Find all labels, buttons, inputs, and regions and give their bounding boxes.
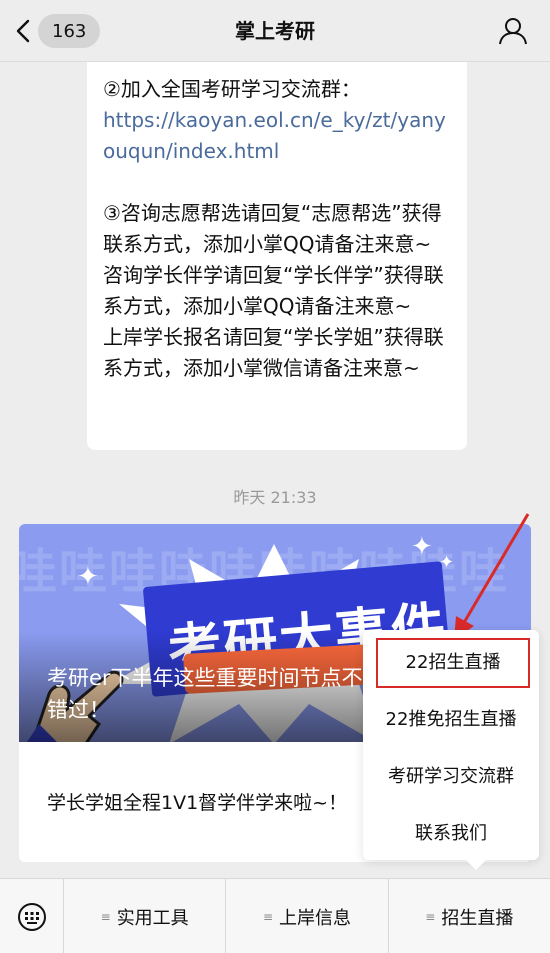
message-bubble: ②加入全国考研学习交流群： https://kaoyan.eol.cn/e_ky… xyxy=(87,62,467,450)
menu-item-22-exempt-enrollment-live[interactable]: 22推免招生直播 xyxy=(363,691,539,748)
message-timestamp: 昨天 21:33 xyxy=(233,488,317,507)
unread-count-badge: 163 xyxy=(38,14,101,48)
keyboard-icon xyxy=(17,902,46,931)
menu-button-label: 上岸信息 xyxy=(279,907,352,929)
red-arrow-annotation xyxy=(454,513,530,640)
keyboard-toggle-button[interactable] xyxy=(0,879,64,953)
menu-item-22-enrollment-live[interactable]: 22招生直播 xyxy=(376,638,530,688)
message-para-senior: 上岸学长报名请回复“学长学姐”获得联系方式，添加小掌微信请备注来意~ xyxy=(103,325,444,380)
menu-button-label: 招生直播 xyxy=(441,907,514,929)
chat-header: 163 掌上考研 xyxy=(0,0,550,62)
menu-lines-icon: ≡ xyxy=(262,909,274,924)
message-link[interactable]: https://kaoyan.eol.cn/e_ky/zt/yanyouqun/… xyxy=(103,105,451,167)
menu-item-study-group[interactable]: 考研学习交流群 xyxy=(363,748,539,805)
menu-lines-icon: ≡ xyxy=(425,909,436,924)
message-line-join-group: ②加入全国考研学习交流群： xyxy=(103,77,361,101)
menu-button-admission-info[interactable]: ≡ 上岸信息 xyxy=(226,879,389,953)
back-button[interactable]: 163 xyxy=(16,14,101,48)
message-para-companion: 咨询学长伴学请回复“学长伴学”获得联系方式，添加小掌QQ请备注来意~ xyxy=(103,263,444,318)
chevron-left-icon xyxy=(16,19,30,43)
menu-item-contact-us[interactable]: 联系我们 xyxy=(363,805,539,862)
article-description: 学长学姐全程1V1督学伴学来啦~！ xyxy=(47,792,348,814)
message-para-volunteer: ③咨询志愿帮选请回复“志愿帮选”获得联系方式，添加小掌QQ请备注来意~ xyxy=(103,201,442,256)
menu-button-enrollment-live[interactable]: ≡ 招生直播 xyxy=(389,879,550,953)
submenu-popup: 22招生直播 22推免招生直播 考研学习交流群 联系我们 xyxy=(363,630,539,870)
menu-button-label: 实用工具 xyxy=(116,907,189,929)
article-title: 考研er下半年这些重要时间节点不要错过！ xyxy=(47,666,384,722)
popup-caret xyxy=(465,859,487,870)
sparkle-icon: ✦ xyxy=(77,562,99,592)
bottom-menu-bar: ≡ 实用工具 ≡ 上岸信息 ≡ 招生直播 xyxy=(0,878,550,953)
sparkle-icon: ✦ xyxy=(411,532,433,562)
menu-lines-icon: ≡ xyxy=(100,909,111,924)
menu-button-tools[interactable]: ≡ 实用工具 xyxy=(64,879,227,953)
person-icon[interactable] xyxy=(498,16,528,46)
